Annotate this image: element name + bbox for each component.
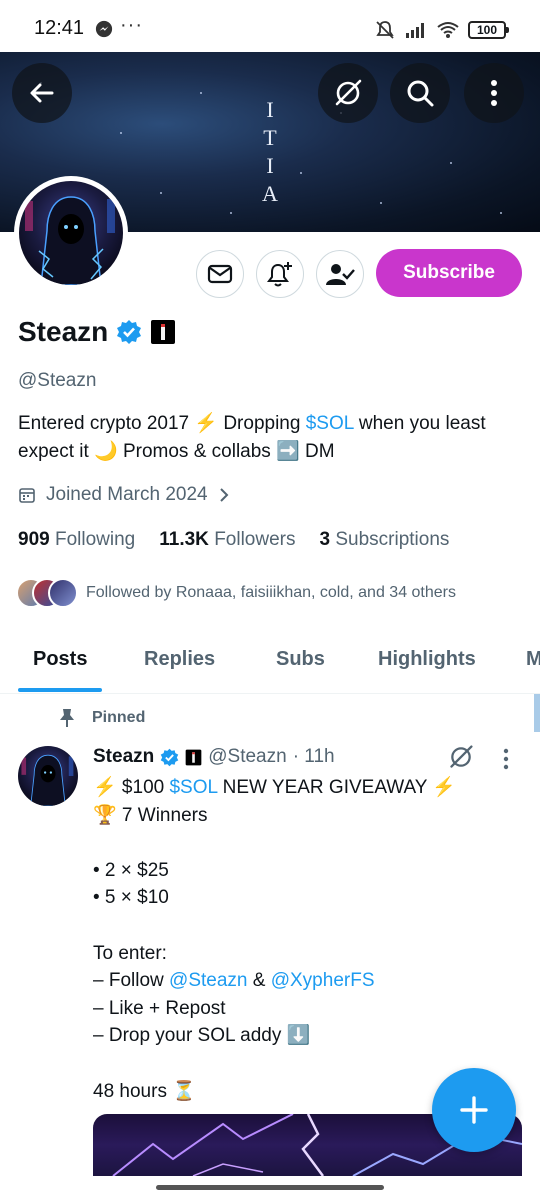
banner-letter: A (262, 181, 278, 206)
post-line: ⚡️ $100 $SOL NEW YEAR GIVEAWAY ⚡️ (93, 774, 523, 802)
follower-avatars (16, 578, 78, 608)
joined-date: Joined March 2024 (46, 484, 208, 505)
subscriptions-label: Subscriptions (335, 529, 450, 550)
compose-post-button[interactable] (432, 1068, 516, 1152)
tab-more-partial[interactable]: M (526, 648, 540, 671)
following-label: Following (54, 529, 136, 550)
followed-by-text: Followed by Ronaaa, faisiiikhan, cold, a… (86, 584, 456, 601)
post-author-avatar[interactable] (18, 746, 78, 806)
affiliate-badge-icon (185, 749, 202, 765)
post-text-segment: & (247, 970, 271, 992)
status-time: 12:41 (34, 17, 85, 39)
post-text-segment: NEW YEAR GIVEAWAY ⚡️ (217, 777, 457, 798)
scrollbar[interactable] (534, 694, 540, 732)
follower-avatar (48, 578, 78, 608)
verified-badge-icon (160, 748, 179, 766)
messenger-icon (95, 20, 113, 38)
post-more-icon[interactable] (502, 748, 510, 770)
joined-date-row[interactable]: Joined March 2024 (18, 484, 230, 506)
post-cashtag-link[interactable]: $SOL (169, 777, 217, 798)
profile-stats: 909 Following 11.3K Followers 3 Subscrip… (18, 529, 449, 551)
subscribe-button[interactable]: Subscribe (376, 249, 522, 297)
profile-avatar[interactable] (14, 176, 128, 290)
status-more-indicator: ··· (120, 14, 143, 36)
chevron-right-icon (219, 488, 229, 502)
grok-icon (335, 79, 362, 106)
mute-icon (376, 21, 394, 39)
followed-by-row[interactable]: Followed by Ronaaa, faisiiikhan, cold, a… (16, 578, 456, 608)
post-header: Steazn @Steazn · 11h (93, 746, 335, 768)
tab-highlights[interactable]: Highlights (378, 648, 476, 671)
hooded-figure-avatar-image (18, 746, 78, 806)
followers-stat[interactable]: 11.3K Followers (159, 529, 295, 551)
battery-indicator: 100 (468, 21, 509, 39)
followers-count: 11.3K (159, 529, 209, 550)
wifi-icon (437, 22, 459, 38)
active-tab-indicator (18, 688, 102, 692)
post-line: To enter: (93, 942, 167, 964)
post-timestamp: · 11h (292, 746, 335, 767)
post-line: – Follow @Steazn & @XypherFS (93, 967, 523, 995)
post-text: ⚡️ $100 $SOL NEW YEAR GIVEAWAY ⚡️ 🏆 7 Win… (93, 774, 523, 1105)
message-button[interactable] (196, 250, 244, 298)
post-line: 🏆 7 Winners (93, 804, 208, 826)
pinned-label-row: Pinned (58, 708, 145, 728)
banner-letter: T (263, 125, 277, 150)
status-bar: 12:41 ··· 100 (0, 0, 540, 52)
post-line: – Drop your SOL addy ⬇️ (93, 1025, 311, 1047)
profile-handle: @Steazn (18, 370, 97, 391)
bell-plus-icon (267, 262, 292, 287)
post-line: • 5 × $10 (93, 887, 169, 909)
signal-icon (406, 23, 424, 38)
gesture-home-bar[interactable] (156, 1185, 384, 1190)
following-count: 909 (18, 529, 50, 550)
post-author-handle: @Steazn (208, 746, 287, 767)
post-line: • 2 × $25 (93, 859, 169, 881)
banner-vertical-text: I T I A (262, 96, 278, 208)
tab-replies[interactable]: Replies (144, 648, 215, 671)
profile-bio: Entered crypto 2017 ⚡️ Dropping $SOL whe… (18, 410, 518, 466)
grok-icon[interactable] (448, 744, 474, 770)
more-button[interactable] (464, 63, 524, 123)
profile-name-row: Steazn (18, 316, 176, 348)
post-text-segment: – Follow (93, 970, 170, 992)
tab-posts[interactable]: Posts (33, 648, 87, 671)
back-button[interactable] (12, 63, 72, 123)
followers-label: Followers (214, 529, 296, 550)
subscriptions-stat[interactable]: 3 Subscriptions (320, 529, 450, 551)
tab-subs[interactable]: Subs (276, 648, 325, 671)
hooded-figure-avatar-image (19, 181, 123, 285)
envelope-icon (207, 264, 233, 284)
pinned-label: Pinned (92, 709, 146, 726)
banner-letter: I (266, 153, 274, 178)
grok-button[interactable] (318, 63, 378, 123)
back-icon (30, 83, 54, 103)
affiliate-badge-icon (151, 320, 176, 344)
pin-icon (60, 709, 74, 727)
search-button[interactable] (390, 63, 450, 123)
profile-name: Steazn (18, 316, 109, 347)
calendar-icon (19, 488, 35, 503)
plus-icon (460, 1096, 488, 1124)
following-stat[interactable]: 909 Following (18, 529, 135, 551)
more-icon (491, 80, 497, 106)
post-line: – Like + Repost (93, 997, 226, 1019)
bio-text: Entered crypto 2017 ⚡️ Dropping (18, 413, 306, 434)
post-mention-link[interactable]: @Steazn (169, 970, 247, 991)
bio-cashtag-link[interactable]: $SOL (306, 413, 354, 434)
verified-badge-icon (117, 320, 142, 344)
notifications-button[interactable] (256, 250, 304, 298)
post-author-name[interactable]: Steazn (93, 746, 154, 768)
search-icon (407, 80, 434, 107)
subscriptions-count: 3 (319, 529, 331, 550)
post-mention-link[interactable]: @XypherFS (271, 970, 375, 991)
person-check-icon (326, 264, 355, 285)
following-button[interactable] (316, 250, 364, 298)
post-text-segment: ⚡️ $100 (93, 777, 170, 798)
profile-tabs: Posts Replies Subs Highlights M (0, 632, 540, 694)
banner-letter: I (266, 97, 274, 122)
